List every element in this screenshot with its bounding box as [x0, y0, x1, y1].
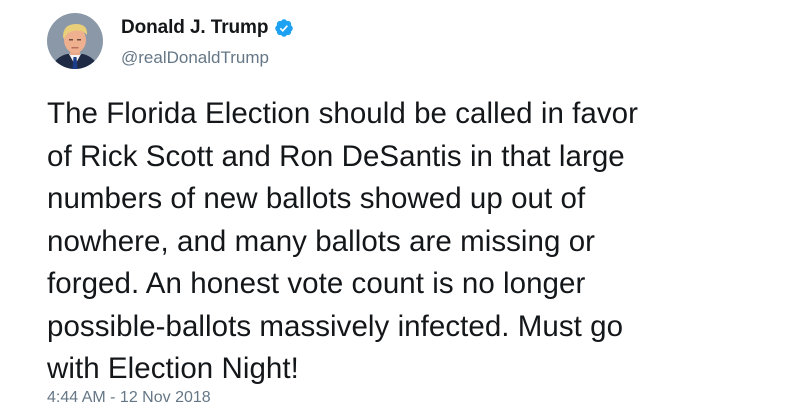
author-name-row: Donald J. Trump	[121, 15, 294, 41]
verified-badge-icon	[274, 18, 294, 38]
tweet-timestamp[interactable]: 4:44 AM - 12 Nov 2018	[47, 389, 211, 407]
author-avatar[interactable]	[47, 13, 103, 69]
author-display-name[interactable]: Donald J. Trump	[121, 17, 268, 39]
tweet-card: Donald J. Trump @realDonaldTrump The Flo…	[0, 0, 800, 420]
profile-photo-icon	[47, 13, 103, 69]
tweet-text: The Florida Election should be called in…	[47, 97, 638, 385]
author-handle[interactable]: @realDonaldTrump	[121, 48, 269, 68]
